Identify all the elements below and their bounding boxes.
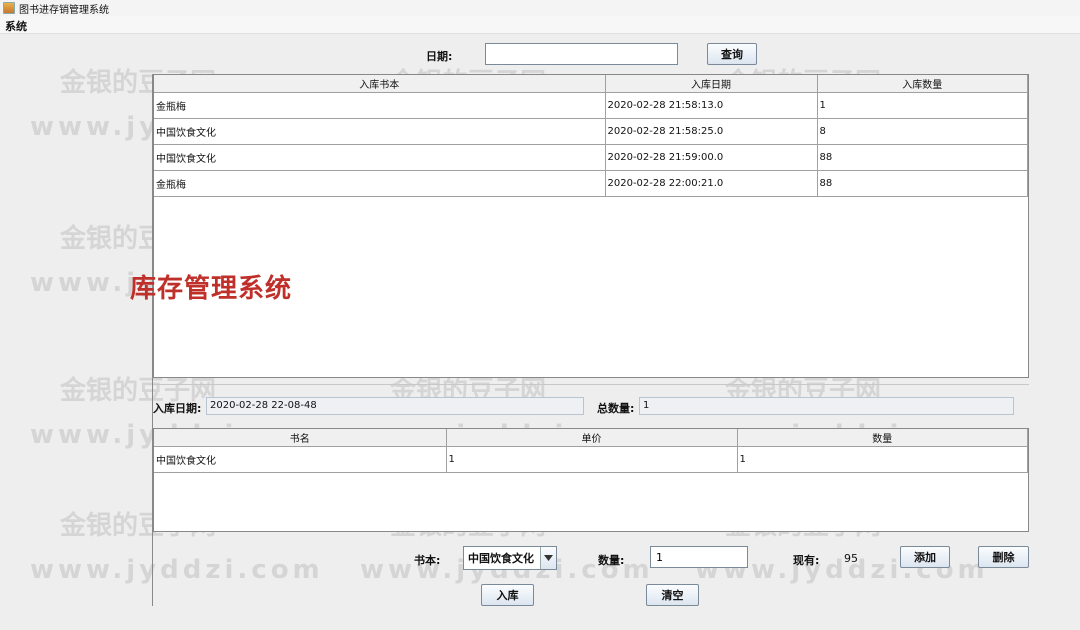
stockin-detail-table: 书名 单价 数量 中国饮食文化 1 1 bbox=[153, 428, 1029, 532]
clear-button[interactable]: 清空 bbox=[646, 584, 699, 606]
cell-quantity[interactable]: 1 bbox=[817, 92, 1028, 119]
column-header-count[interactable]: 数量 bbox=[737, 429, 1028, 447]
title-bar: 图书进存销管理系统 bbox=[0, 0, 1080, 16]
table-header-row: 入库书本 入库日期 入库数量 bbox=[154, 75, 1028, 93]
table-row[interactable]: 金瓶梅 2020-02-28 22:00:21.0 88 bbox=[154, 170, 1028, 197]
system-banner: 库存管理系统 bbox=[130, 274, 293, 304]
entry-date-field: 2020-02-28 22-08-48 bbox=[206, 397, 584, 415]
cell-price[interactable]: 1 bbox=[446, 446, 738, 473]
cell-quantity[interactable]: 88 bbox=[817, 170, 1028, 197]
cell-date[interactable]: 2020-02-28 21:59:00.0 bbox=[605, 144, 818, 171]
section-divider bbox=[153, 384, 1029, 385]
cell-book[interactable]: 金瓶梅 bbox=[154, 92, 606, 119]
stock-on-hand-label: 现有: bbox=[793, 554, 820, 567]
cell-book[interactable]: 中国饮食文化 bbox=[154, 118, 606, 145]
quantity-input[interactable] bbox=[650, 546, 748, 568]
query-button[interactable]: 查询 bbox=[707, 43, 757, 65]
book-label: 书本: bbox=[414, 554, 441, 567]
stockin-button[interactable]: 入库 bbox=[481, 584, 534, 606]
entry-date-label: 入库日期: bbox=[153, 402, 202, 415]
column-header-price[interactable]: 单价 bbox=[446, 429, 738, 447]
cell-book[interactable]: 中国饮食文化 bbox=[154, 144, 606, 171]
chevron-down-icon[interactable] bbox=[540, 547, 556, 569]
table-row[interactable]: 中国饮食文化 2020-02-28 21:58:25.0 8 bbox=[154, 118, 1028, 145]
delete-button[interactable]: 删除 bbox=[978, 546, 1029, 568]
table-header-row: 书名 单价 数量 bbox=[154, 429, 1028, 447]
column-header-title[interactable]: 书名 bbox=[154, 429, 447, 447]
cell-date[interactable]: 2020-02-28 21:58:25.0 bbox=[605, 118, 818, 145]
cell-date[interactable]: 2020-02-28 22:00:21.0 bbox=[605, 170, 818, 197]
add-button[interactable]: 添加 bbox=[900, 546, 950, 568]
book-select-value: 中国饮食文化 bbox=[468, 552, 534, 565]
stock-on-hand-value: 95 bbox=[844, 552, 858, 565]
menu-bar: 系统 bbox=[0, 16, 1080, 34]
table-row[interactable]: 金瓶梅 2020-02-28 21:58:13.0 1 bbox=[154, 92, 1028, 119]
cell-count[interactable]: 1 bbox=[737, 446, 1028, 473]
table-row[interactable]: 中国饮食文化 2020-02-28 21:59:00.0 88 bbox=[154, 144, 1028, 171]
column-header-quantity[interactable]: 入库数量 bbox=[817, 75, 1028, 93]
cell-book[interactable]: 金瓶梅 bbox=[154, 170, 606, 197]
quantity-label: 数量: bbox=[598, 554, 625, 567]
book-select[interactable]: 中国饮食文化 bbox=[463, 546, 557, 570]
date-label: 日期: bbox=[426, 50, 453, 63]
cell-quantity[interactable]: 8 bbox=[817, 118, 1028, 145]
column-header-book[interactable]: 入库书本 bbox=[154, 75, 606, 93]
table-row[interactable]: 中国饮食文化 1 1 bbox=[154, 446, 1028, 473]
window-title: 图书进存销管理系统 bbox=[19, 4, 109, 16]
menu-system[interactable]: 系统 bbox=[5, 18, 27, 34]
column-header-date[interactable]: 入库日期 bbox=[605, 75, 818, 93]
total-quantity-field: 1 bbox=[639, 397, 1014, 415]
cell-quantity[interactable]: 88 bbox=[817, 144, 1028, 171]
cell-title[interactable]: 中国饮食文化 bbox=[154, 446, 447, 473]
cell-date[interactable]: 2020-02-28 21:58:13.0 bbox=[605, 92, 818, 119]
date-search-input[interactable] bbox=[485, 43, 678, 65]
stockin-records-table: 入库书本 入库日期 入库数量 金瓶梅 2020-02-28 21:58:13.0… bbox=[153, 74, 1029, 378]
java-app-icon bbox=[3, 2, 15, 14]
total-quantity-label: 总数量: bbox=[597, 402, 635, 415]
